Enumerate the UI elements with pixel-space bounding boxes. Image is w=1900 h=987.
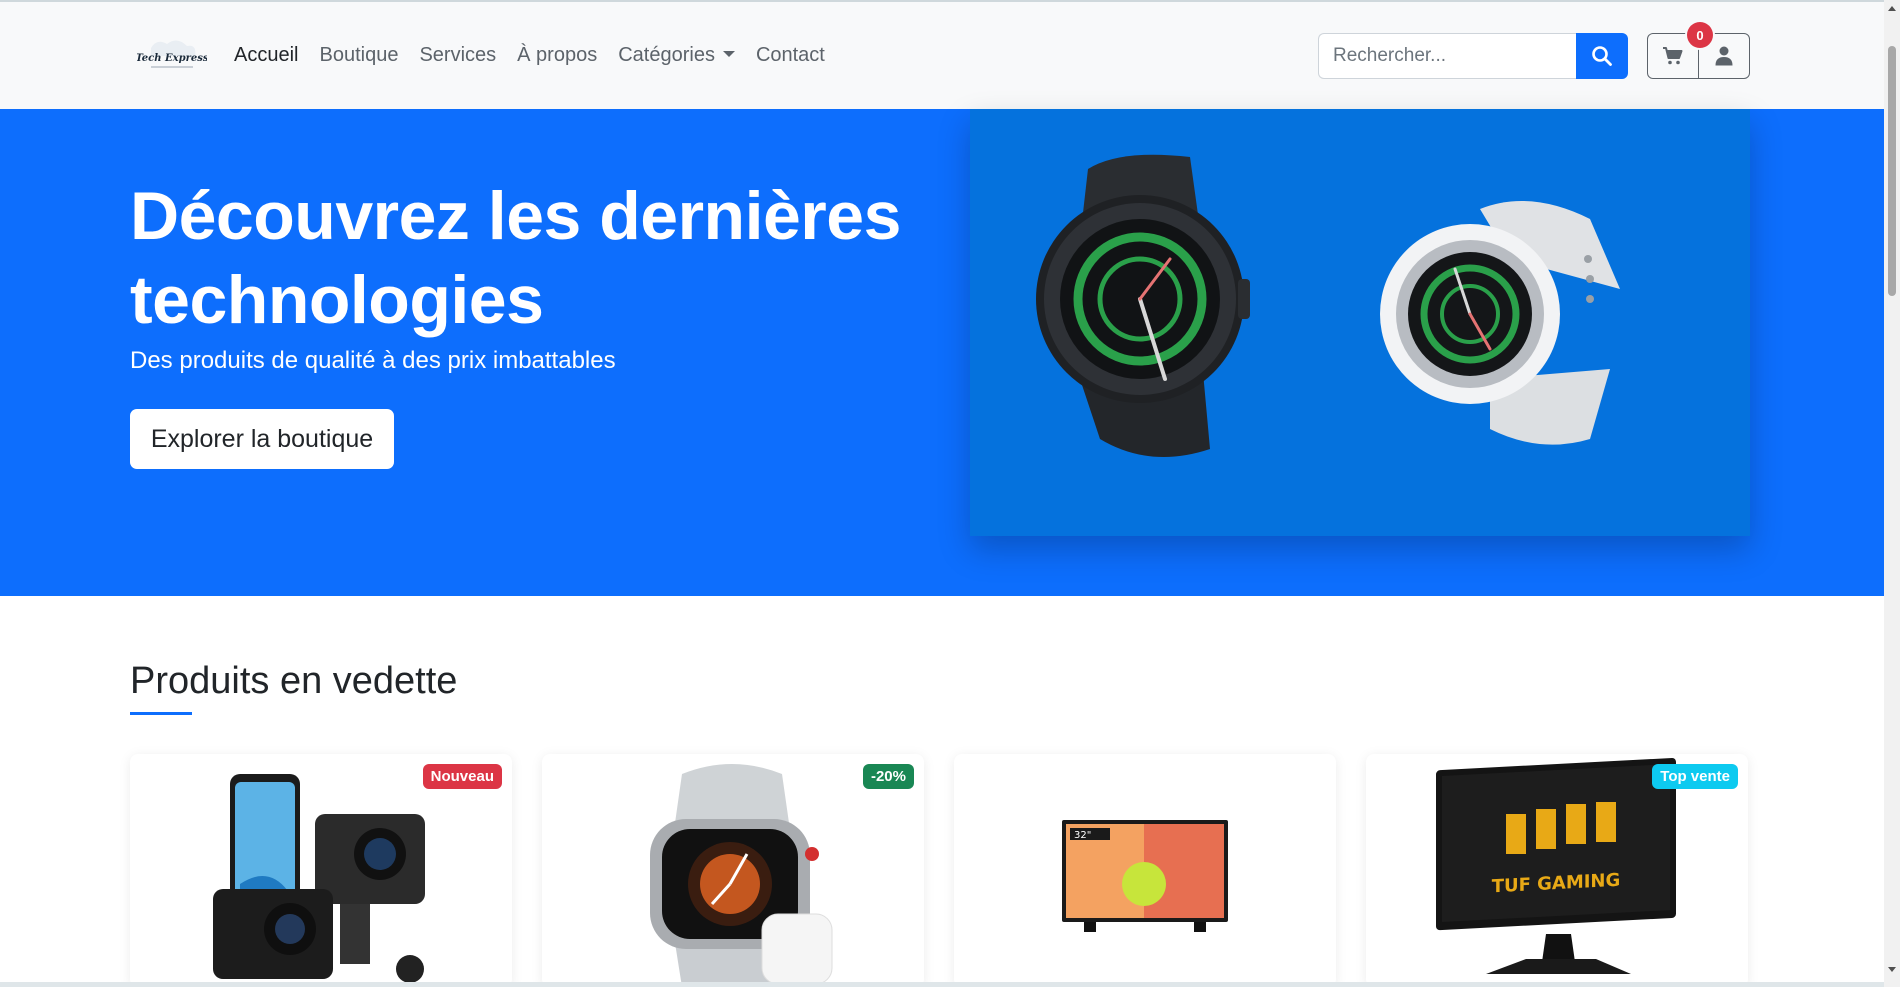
featured-section-title: Produits en vedette [130, 660, 458, 702]
product-card[interactable]: -20% [542, 754, 924, 987]
cart-icon [1663, 47, 1683, 65]
product-badge-new: Nouveau [422, 764, 502, 789]
scroll-down-arrow-icon[interactable] [1888, 967, 1896, 972]
smartwatch-image [650, 764, 833, 987]
scroll-up-arrow-icon[interactable] [1888, 6, 1896, 11]
hero-subtitle: Des produits de qualité à des prix imbat… [130, 347, 616, 374]
dark-smartwatch-illustration [1036, 154, 1250, 457]
window-bottom-edge [0, 982, 1884, 987]
hero-banner: Découvrez les dernières technologies Des… [0, 109, 1884, 596]
nav-accueil[interactable]: Accueil [234, 44, 298, 67]
chevron-down-icon [722, 50, 735, 57]
explore-shop-button[interactable]: Explorer la boutique [130, 409, 394, 469]
scrollbar-thumb[interactable] [1888, 46, 1896, 296]
cart-count-badge: 0 [1687, 22, 1713, 48]
svg-text:Tech Express: Tech Express [137, 53, 207, 64]
nav-a-propos[interactable]: À propos [517, 44, 597, 67]
section-title-underline [130, 712, 192, 715]
search-button[interactable] [1576, 33, 1628, 79]
user-icon [1715, 46, 1733, 66]
nav-contact[interactable]: Contact [756, 44, 825, 67]
product-card[interactable]: Nouveau [130, 754, 512, 987]
brand-logo[interactable]: Tech Express [136, 34, 209, 78]
nav-menu: Accueil Boutique Services À propos Catég… [234, 44, 846, 67]
product-badge-discount: -20% [862, 764, 914, 789]
television-image: 32" [1062, 820, 1228, 932]
nav-categories-label: Catégories [618, 44, 715, 66]
navbar: Tech Express Accueil Boutique Services À… [0, 0, 1884, 109]
search-icon [1592, 46, 1612, 66]
nav-services[interactable]: Services [419, 44, 496, 67]
product-card[interactable]: Top vente TUF GAMING [1366, 754, 1748, 987]
nav-boutique[interactable]: Boutique [319, 44, 398, 67]
silver-smartwatch-illustration [1380, 201, 1620, 445]
page-scrollbar[interactable] [1884, 0, 1900, 987]
product-card[interactable]: 32" [954, 754, 1336, 987]
hero-title: Découvrez les dernières technologies [130, 178, 901, 338]
hero-smartwatches-image [970, 109, 1750, 536]
svg-text:32": 32" [1074, 830, 1091, 841]
nav-categories-dropdown[interactable]: Catégories [618, 44, 735, 67]
search-input[interactable] [1318, 33, 1576, 79]
product-badge-top-sale: Top vente [1652, 764, 1738, 789]
